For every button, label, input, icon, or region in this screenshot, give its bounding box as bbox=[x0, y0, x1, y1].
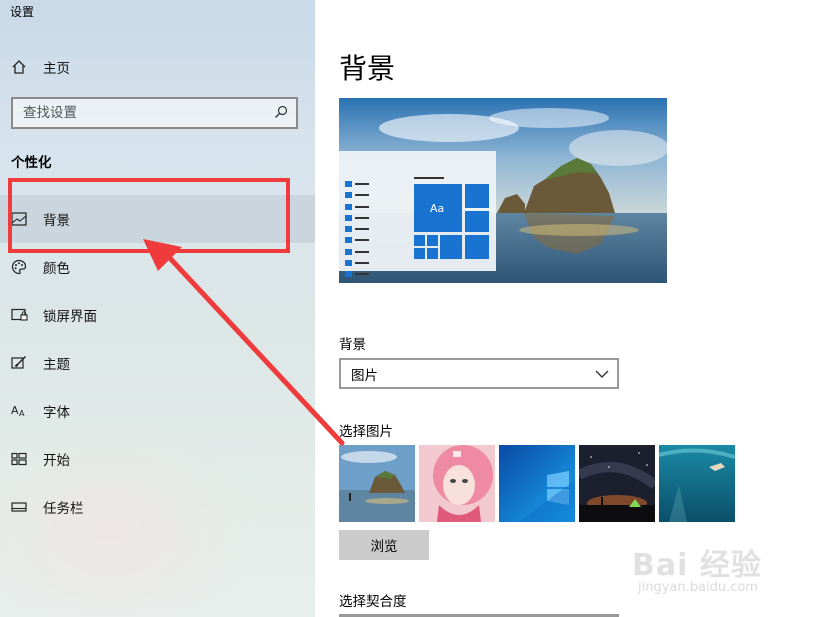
preview-tile bbox=[440, 235, 462, 259]
theme-brush-icon bbox=[10, 354, 28, 372]
sidebar-item-label: 任务栏 bbox=[43, 501, 84, 517]
background-label: 背景 bbox=[339, 337, 366, 353]
watermark-url: jingyan.baidu.com bbox=[638, 580, 758, 595]
watermark-brand: Bai 经验 bbox=[632, 548, 762, 583]
home-nav-item[interactable]: 主页 bbox=[0, 50, 315, 84]
home-label: 主页 bbox=[43, 61, 70, 77]
app-title: 设置 bbox=[10, 5, 35, 19]
preview-tile bbox=[414, 235, 425, 246]
search-box[interactable] bbox=[11, 97, 298, 129]
palette-icon bbox=[10, 258, 28, 276]
preview-tile bbox=[414, 248, 425, 259]
thumbnail-starry-night[interactable] bbox=[579, 445, 655, 522]
preview-list bbox=[345, 181, 369, 283]
sidebar-item-label: 主题 bbox=[43, 357, 70, 373]
chevron-down-icon bbox=[595, 366, 609, 382]
sidebar-item-label: 锁屏界面 bbox=[43, 309, 97, 325]
preview-window: Aa bbox=[339, 151, 496, 278]
preview-tile bbox=[465, 184, 489, 208]
browse-button[interactable]: 浏览 bbox=[339, 530, 429, 560]
sidebar-item-label: 开始 bbox=[43, 453, 70, 469]
preview-tile bbox=[465, 235, 489, 259]
choose-picture-label: 选择图片 bbox=[339, 424, 393, 440]
sidebar-item-label: 颜色 bbox=[43, 261, 70, 277]
baidu-watermark: Bai 经验 jingyan.baidu.com bbox=[632, 540, 822, 610]
sidebar-item-label: 字体 bbox=[43, 405, 70, 421]
lock-screen-icon bbox=[10, 306, 28, 324]
thumbnail-pink-portrait[interactable] bbox=[419, 445, 495, 522]
thumbnail-windows-blue[interactable] bbox=[499, 445, 575, 522]
sidebar: 设置 主页 个性化 背景 颜色 锁屏界面 主题 bbox=[0, 0, 315, 617]
sidebar-item-themes[interactable]: 主题 bbox=[0, 339, 315, 387]
preview-tile-label: Aa bbox=[430, 202, 445, 215]
search-icon[interactable] bbox=[274, 104, 288, 123]
sidebar-item-start[interactable]: 开始 bbox=[0, 435, 315, 483]
picture-thumbnails bbox=[339, 445, 739, 522]
page-title: 背景 bbox=[339, 52, 396, 85]
background-type-select[interactable]: 图片 bbox=[339, 358, 619, 389]
preview-tile bbox=[427, 248, 438, 259]
home-icon bbox=[10, 58, 28, 76]
desktop-preview: Aa bbox=[339, 98, 667, 283]
annotation-highlight-box bbox=[8, 178, 290, 253]
main-content: 背景 Aa 背景 图片 选择图片 浏览 选择契合度 bbox=[315, 0, 826, 617]
preview-tile bbox=[465, 211, 489, 232]
section-title: 个性化 bbox=[11, 155, 52, 171]
thumbnail-underwater[interactable] bbox=[659, 445, 735, 522]
sidebar-item-taskbar[interactable]: 任务栏 bbox=[0, 483, 315, 531]
sidebar-item-fonts[interactable]: AA 字体 bbox=[0, 387, 315, 435]
preview-tile bbox=[427, 235, 438, 246]
choose-fit-label: 选择契合度 bbox=[339, 594, 407, 610]
svg-text:A: A bbox=[11, 404, 19, 417]
taskbar-icon bbox=[10, 498, 28, 516]
preview-tile-large: Aa bbox=[414, 184, 462, 232]
svg-text:A: A bbox=[19, 409, 25, 418]
preview-window-bar bbox=[414, 177, 444, 179]
thumbnail-coastal-rock[interactable] bbox=[339, 445, 415, 522]
background-type-value: 图片 bbox=[351, 367, 378, 384]
sidebar-item-lock-screen[interactable]: 锁屏界面 bbox=[0, 291, 315, 339]
font-icon: AA bbox=[10, 402, 28, 420]
start-grid-icon bbox=[10, 450, 28, 468]
search-input[interactable] bbox=[23, 105, 263, 121]
